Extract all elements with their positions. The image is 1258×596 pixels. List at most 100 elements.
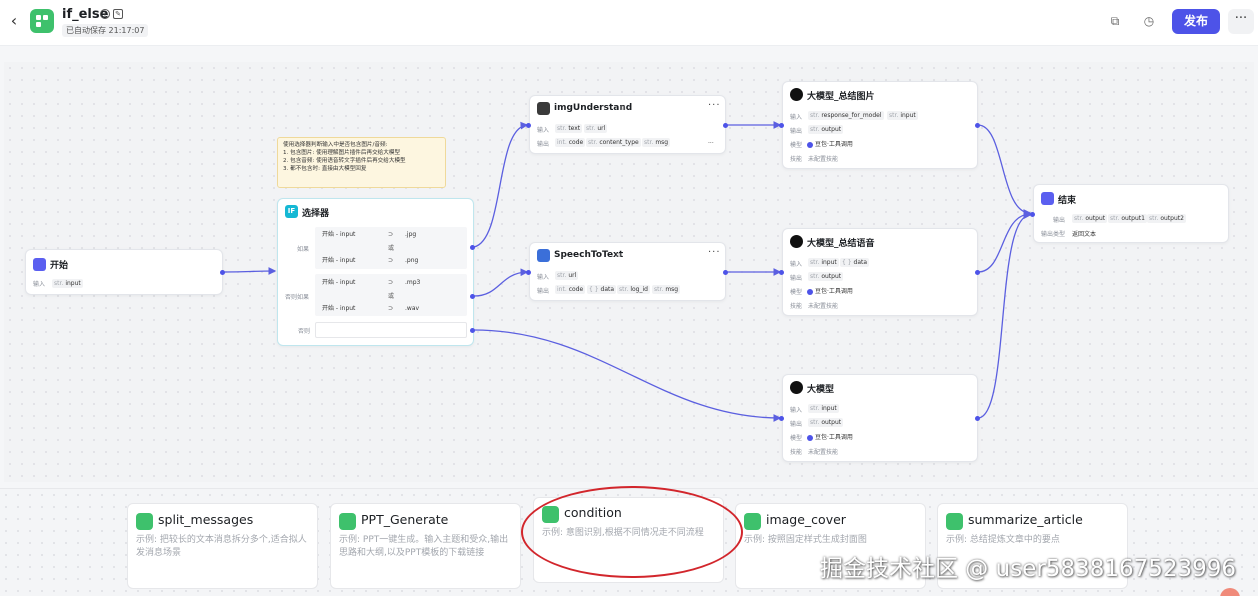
- workflow-template-icon: [946, 513, 963, 530]
- annotation-highlight-circle: [521, 486, 743, 578]
- llm-icon: [790, 235, 803, 248]
- history-icon[interactable]: ◷: [1141, 13, 1157, 29]
- condition-right: .mp3: [405, 279, 421, 286]
- condition-left: 开始 - input: [322, 257, 356, 264]
- template-description: 示例: 把较长的文本消息拆分多个,适合拟人发消息场景: [136, 535, 307, 558]
- speech-to-text-node[interactable]: SpeechToText ⊡ ··· 输入 str. url 输出 int. cod…: [529, 242, 726, 301]
- template-description: 示例: 总结提炼文章中的要点: [946, 535, 1060, 545]
- output-chip: str. output: [808, 418, 844, 427]
- output-port[interactable]: [975, 416, 980, 421]
- output-chip: str. log_id: [617, 285, 650, 294]
- end-node-title: 结束: [1058, 196, 1077, 206]
- output-label: 输出: [790, 275, 803, 282]
- output-port[interactable]: [723, 270, 728, 275]
- model-logo-icon: [807, 434, 813, 441]
- verified-icon: ⊡: [616, 252, 622, 259]
- output-port[interactable]: [975, 270, 980, 275]
- edit-icon[interactable]: ✎: [113, 9, 123, 19]
- skill-value: 未配置技能: [808, 156, 839, 163]
- output-label: 输出: [537, 141, 550, 148]
- template-card-ppt-generate[interactable]: PPT_Generate 示例: PPT一键生成。输入主题和受众,输出思路和大纲…: [330, 503, 521, 589]
- template-description: 示例: 按照固定样式生成封面图: [744, 535, 867, 545]
- else-output-port[interactable]: [470, 328, 475, 333]
- note-line: 使用选择器判断输入中是否包含图片/音频:: [283, 142, 388, 148]
- if-output-port[interactable]: [470, 245, 475, 250]
- branch-else-label: 否则: [298, 328, 311, 335]
- more-options-button[interactable]: ···: [1228, 9, 1254, 34]
- condition-operator: ⊃: [388, 257, 394, 264]
- condition-operator: ⊃: [388, 279, 394, 286]
- branch-if-label: 如果: [297, 246, 310, 253]
- llm-audio-title: 大模型_总结语音: [807, 239, 875, 249]
- output-type-label: 输出类型: [1041, 231, 1066, 238]
- template-name: image_cover: [766, 512, 846, 527]
- input-chip: str. input: [808, 404, 839, 413]
- output-chip: str. output2: [1147, 214, 1186, 223]
- img-understand-node[interactable]: imgUnderstand ⊡ ··· 输入 str. text str. url …: [529, 95, 726, 154]
- output-port[interactable]: [220, 270, 225, 275]
- start-node-title: 开始: [50, 261, 69, 271]
- output-type-value: 返回文本: [1072, 231, 1097, 238]
- type-tag: str.: [54, 280, 64, 287]
- model-value: 豆包·工具调用: [807, 286, 853, 295]
- more-outputs: ...: [708, 138, 714, 145]
- output-chip: str. msg: [652, 285, 681, 294]
- skill-label: 技能: [790, 303, 803, 310]
- input-port[interactable]: [779, 416, 784, 421]
- condition-left: 开始 - input: [322, 231, 356, 238]
- output-chip: { } data: [587, 285, 617, 294]
- input-label: 输入: [790, 261, 803, 268]
- llm-title: 大模型: [807, 385, 835, 395]
- input-label: 输入: [537, 274, 550, 281]
- elif-output-port[interactable]: [470, 294, 475, 299]
- back-arrow-icon[interactable]: ‹: [6, 12, 22, 30]
- llm-node[interactable]: 大模型 输入 str. input 输出 str. output 模型 豆包·工具调…: [782, 374, 978, 462]
- input-chip: { } data: [840, 258, 870, 267]
- copy-icon[interactable]: ⧉: [1107, 13, 1123, 29]
- input-port[interactable]: [526, 270, 531, 275]
- input-port[interactable]: [779, 123, 784, 128]
- node-more-icon[interactable]: ···: [708, 247, 721, 258]
- input-chip: str. url: [555, 271, 579, 280]
- output-port[interactable]: [975, 123, 980, 128]
- output-label: 输出: [790, 128, 803, 135]
- info-icon[interactable]: i: [100, 9, 110, 19]
- start-icon: [33, 258, 46, 271]
- publish-button[interactable]: 发布: [1172, 9, 1220, 34]
- template-description: 示例: PPT一键生成。输入主题和受众,输出思路和大纲,以及PPT模板的下载链接: [339, 535, 509, 558]
- selector-node-title: 选择器: [302, 209, 330, 219]
- skill-label: 技能: [790, 449, 803, 456]
- note-line: 2. 包含音频: 使用语音转文字插件后再交给大模型: [283, 158, 406, 164]
- llm-image-summary-node[interactable]: 大模型_总结图片 输入 str. response_for_model str. i…: [782, 81, 978, 169]
- condition-left: 开始 - input: [322, 305, 356, 312]
- comment-note[interactable]: 使用选择器判断输入中是否包含图片/音频: 1. 包含图片: 使用理解图片插件后再…: [277, 137, 446, 188]
- model-label: 模型: [790, 289, 803, 296]
- model-logo-icon: [807, 141, 813, 148]
- llm-image-title: 大模型_总结图片: [807, 92, 875, 102]
- note-line: 1. 包含图片: 使用理解图片插件后再交给大模型: [283, 150, 401, 156]
- input-port[interactable]: [779, 270, 784, 275]
- input-port[interactable]: [1030, 212, 1035, 217]
- input-port[interactable]: [526, 123, 531, 128]
- speech-plugin-icon: [537, 249, 550, 262]
- input-chip: str. text: [555, 124, 583, 133]
- template-card-split-messages[interactable]: split_messages 示例: 把较长的文本消息拆分多个,适合拟人发消息场…: [127, 503, 318, 589]
- speech-to-text-title: SpeechToText: [554, 250, 624, 260]
- workflow-template-icon: [339, 513, 356, 530]
- start-node[interactable]: 开始 输入 str. input: [25, 249, 223, 295]
- llm-audio-summary-node[interactable]: 大模型_总结语音 输入 str. input { } data 输出 str. out…: [782, 228, 978, 316]
- input-chip: str. input: [887, 111, 918, 120]
- input-chip: str. response_for_model: [808, 111, 884, 120]
- end-node[interactable]: 结束 输出 str. output str. output1 str. output2…: [1033, 184, 1229, 243]
- condition-left: 开始 - input: [322, 279, 356, 286]
- node-more-icon[interactable]: ···: [708, 100, 721, 111]
- condition-group-else[interactable]: [315, 322, 467, 338]
- skill-label: 技能: [790, 156, 803, 163]
- input-chip: str. url: [584, 124, 608, 133]
- workflow-app-icon: [30, 9, 54, 33]
- skill-value: 未配置技能: [808, 449, 839, 456]
- end-icon: [1041, 192, 1054, 205]
- output-port[interactable]: [723, 123, 728, 128]
- output-label: 输出: [1053, 217, 1066, 224]
- output-chip: str. output: [808, 272, 844, 281]
